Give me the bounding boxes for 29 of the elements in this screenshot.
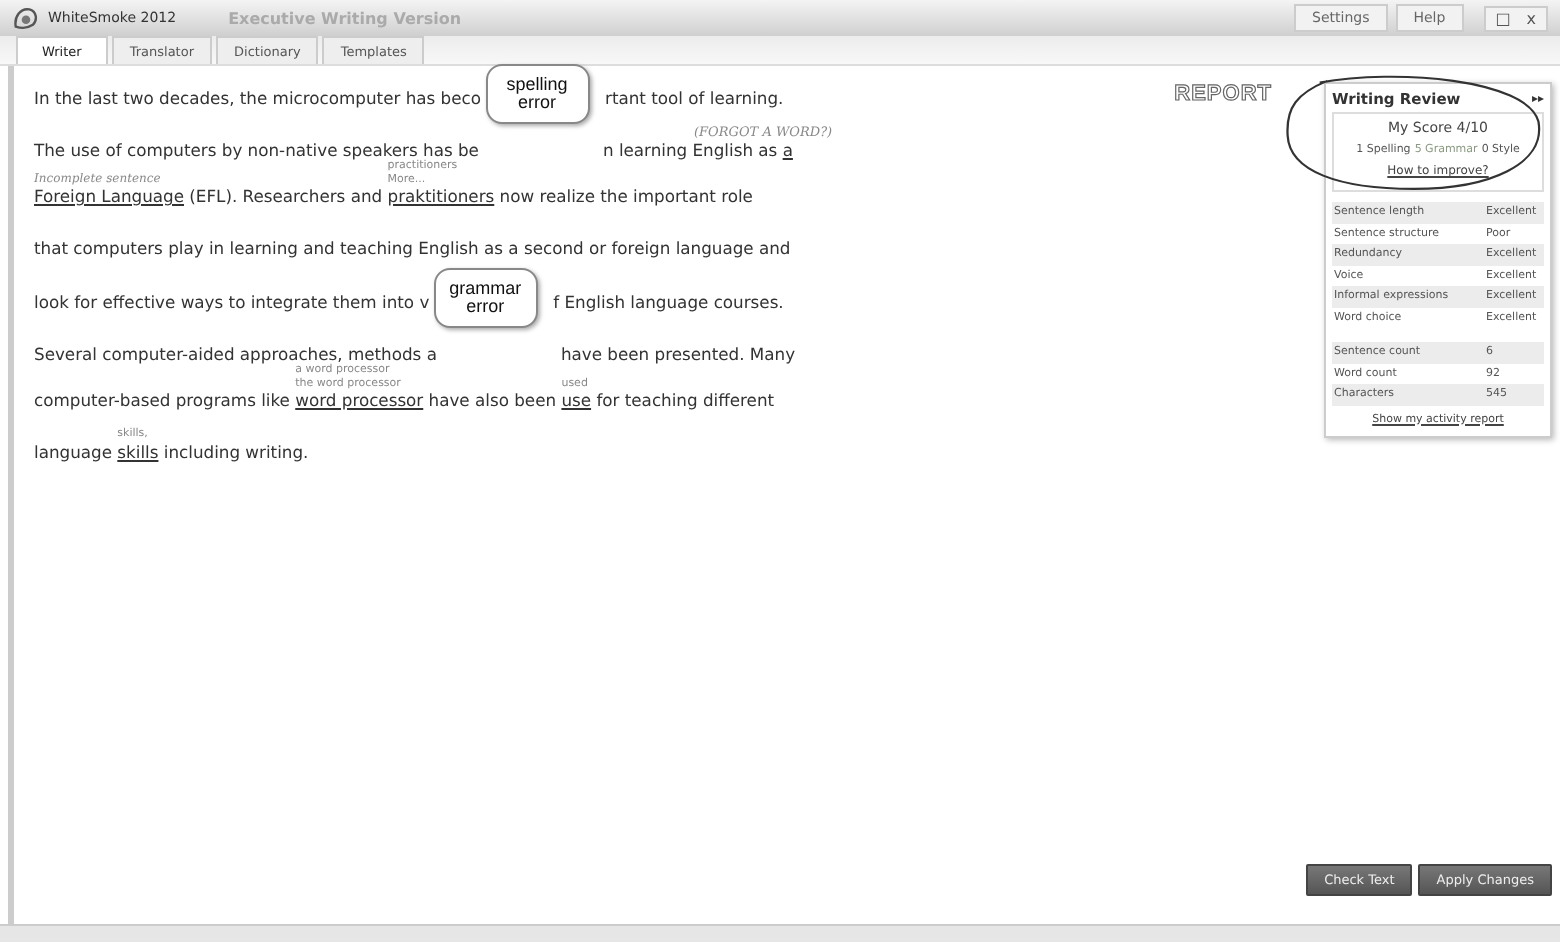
text-run: rtant tool of learning.: [605, 88, 784, 108]
report-label: REPORT: [1174, 82, 1272, 106]
text-run: have also been: [426, 390, 559, 410]
window-control[interactable]: □: [1491, 7, 1515, 29]
text-run: (EFL). Researchers and: [187, 186, 385, 206]
text-run: The use of computers by non-native speakers has be: [34, 139, 479, 159]
text-run: computer-based programs like: [34, 390, 292, 410]
text-run: language: [34, 441, 114, 461]
flagged-word[interactable]: praktitioners: [387, 186, 495, 206]
text-run: n learning English as: [602, 139, 780, 159]
logo-icon: [12, 6, 40, 30]
flagged-word[interactable]: skills: [117, 441, 159, 461]
callout-bubble: spelling error: [485, 64, 589, 124]
text-run: now realize the important role: [497, 186, 753, 206]
flagged-word[interactable]: word processor: [295, 390, 424, 410]
text-run: including writing.: [161, 441, 309, 461]
flagged-word[interactable]: a: [782, 139, 793, 159]
text-run: f English language courses.: [553, 292, 784, 312]
text-run: look for effective ways to integrate them into v: [34, 292, 430, 312]
text-run: Several computer-aided approaches, methods a: [34, 343, 437, 363]
text-run: have been presented. Many: [560, 343, 796, 363]
callout-bubble: grammar error: [433, 268, 538, 328]
text-run: for teaching different: [594, 390, 775, 410]
flagged-word[interactable]: Foreign Language: [34, 186, 184, 206]
window-control[interactable]: x: [1522, 7, 1540, 29]
edition-label: Executive Writing Version: [228, 9, 462, 27]
text-run: In the last two decades, the microcomputer has beco: [34, 88, 481, 108]
flagged-word[interactable]: use: [561, 390, 592, 410]
text-run: that computers play in learning and teaching English as a second or foreign language and: [34, 237, 791, 257]
